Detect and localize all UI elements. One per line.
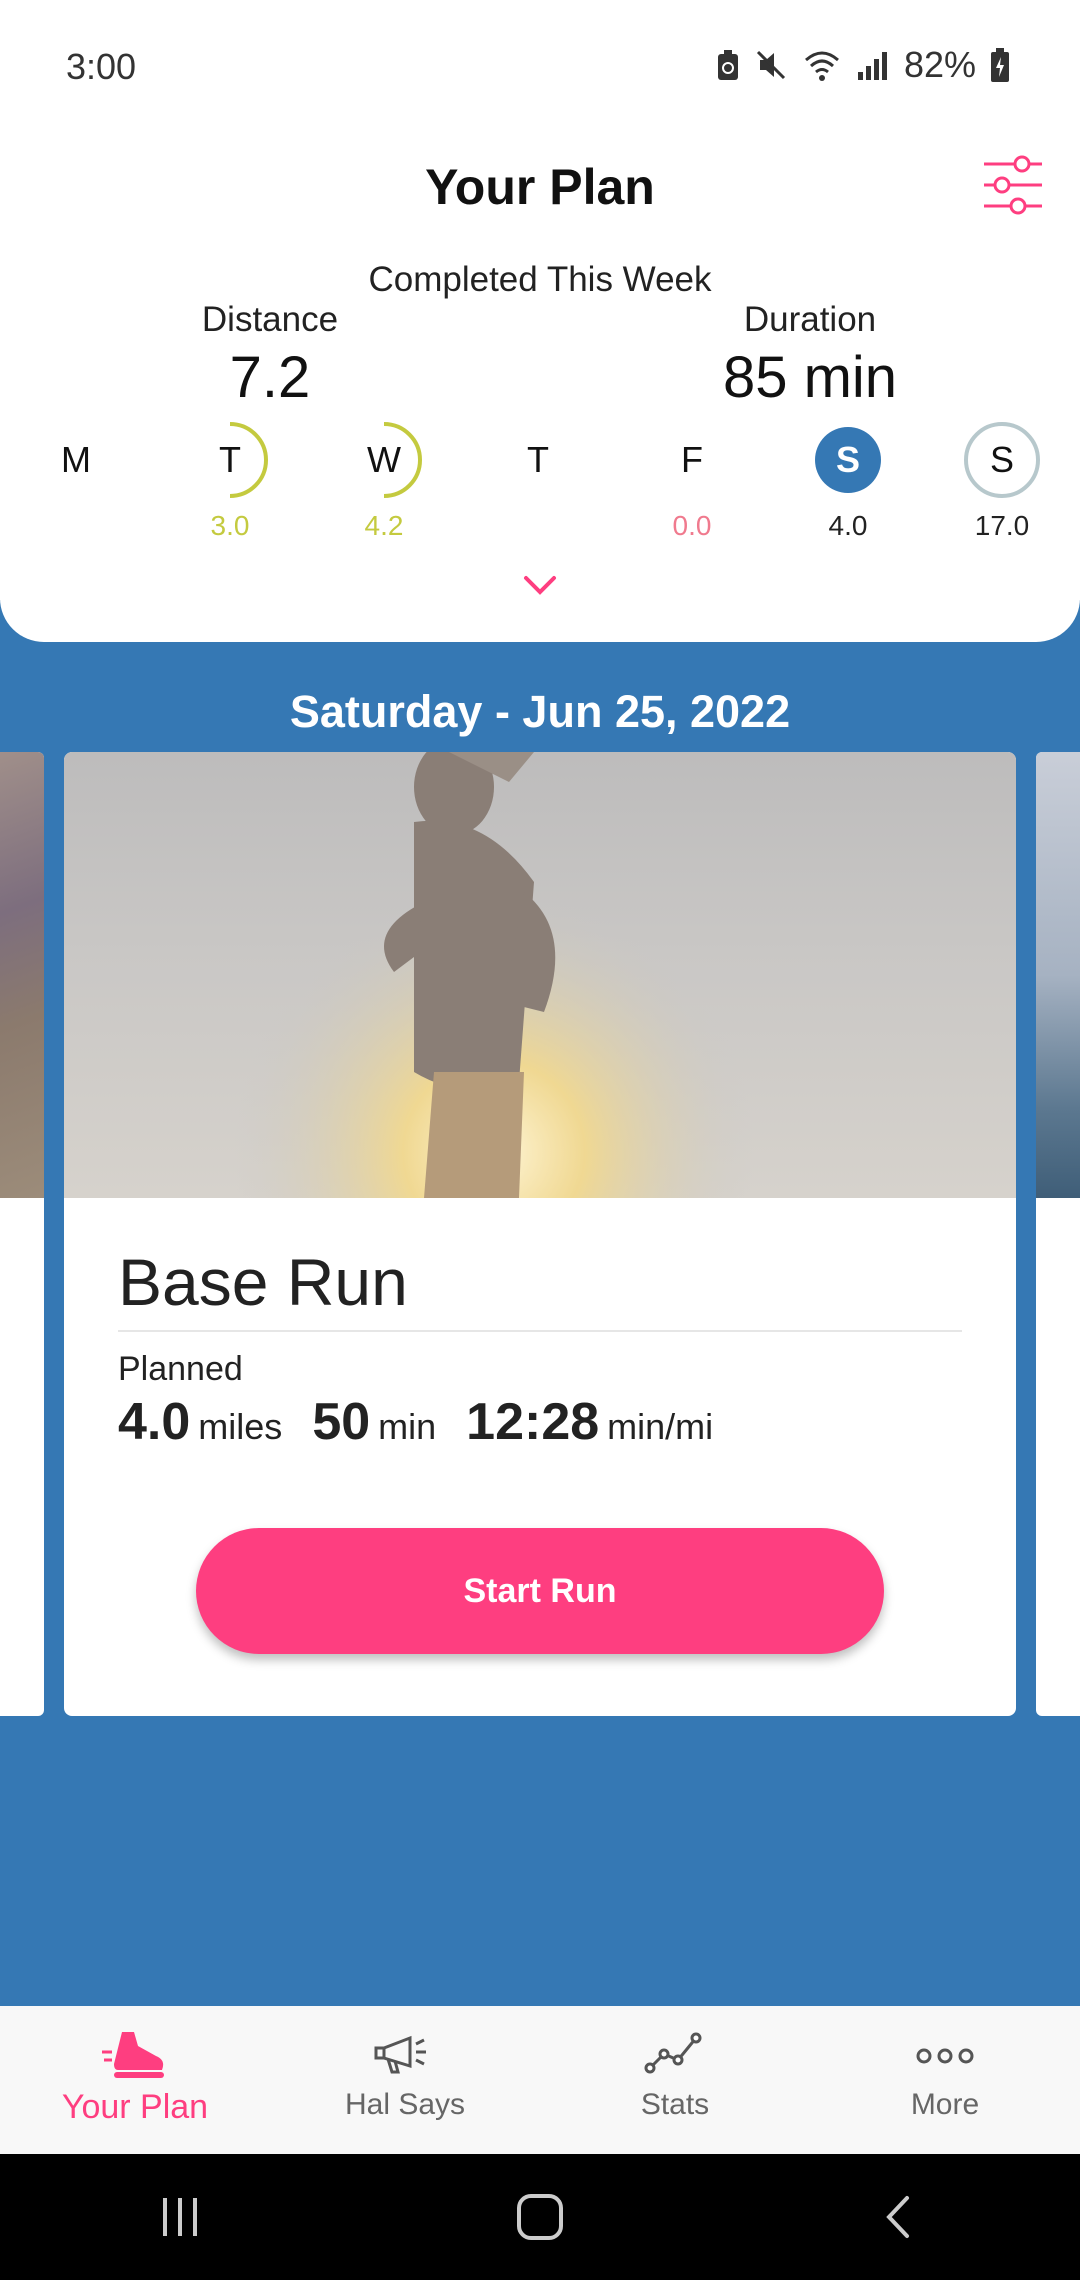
day-value	[483, 510, 593, 544]
line-chart-icon	[644, 2032, 702, 2074]
next-workout-card[interactable]	[1036, 752, 1080, 1716]
runner-photo	[64, 752, 1016, 1198]
day-letter: M	[61, 439, 91, 480]
day-circle: F	[652, 420, 732, 500]
battery-percent: 82%	[903, 44, 976, 85]
week-label: Completed This Week	[368, 260, 712, 299]
nav-hal-says[interactable]: Hal Says	[270, 2006, 540, 2154]
nav-label: Hal Says	[344, 2088, 466, 2121]
duration-value: 85 min	[722, 345, 898, 410]
home-icon	[517, 2194, 563, 2240]
planned-label: Planned	[118, 1350, 243, 1388]
bottom-nav: Your Plan Hal Says Stats More	[0, 2006, 1080, 2154]
signal-icon	[857, 52, 887, 80]
day-wednesday[interactable]: W 4.2	[329, 420, 439, 544]
distance-unit: miles	[198, 1406, 283, 1447]
duration-stat: Duration 85 min	[690, 300, 930, 411]
system-navigation-bar	[0, 2154, 1080, 2280]
status-bar: 3:00 82%	[0, 0, 1080, 130]
day-value	[21, 510, 131, 544]
recent-apps-icon	[163, 2198, 197, 2236]
planned-pace: 12:28	[466, 1393, 600, 1451]
day-monday[interactable]: M	[21, 420, 131, 544]
duration-label: Duration	[743, 300, 877, 339]
status-icons: 82%	[716, 44, 1010, 86]
start-run-button[interactable]: Start Run	[196, 1528, 884, 1654]
nav-more[interactable]: More	[810, 2006, 1080, 2154]
page-title: Your Plan	[425, 159, 655, 215]
status-time: 3:00	[66, 46, 137, 87]
day-saturday[interactable]: S 4.0	[793, 420, 903, 544]
nav-stats[interactable]: Stats	[540, 2006, 810, 2154]
chevron-down-icon[interactable]	[520, 570, 560, 600]
workout-image	[0, 752, 44, 1198]
day-circle: T	[498, 420, 578, 500]
day-friday[interactable]: F 0.0	[637, 420, 747, 544]
day-value: 0.0	[672, 510, 712, 541]
day-letter: T	[219, 439, 241, 480]
nav-label: Stats	[640, 2088, 710, 2121]
day-value: 3.0	[210, 510, 250, 541]
workout-image	[1036, 752, 1080, 1198]
divider	[118, 1330, 962, 1332]
day-sunday[interactable]: S 17.0	[947, 420, 1057, 544]
workout-hero-image	[64, 752, 1016, 1198]
battery-icon	[991, 48, 1009, 82]
day-circle: T	[190, 420, 270, 500]
recycle-icon	[717, 50, 738, 80]
planned-duration: 50	[312, 1393, 371, 1451]
wifi-icon	[804, 51, 839, 81]
home-button[interactable]	[500, 2177, 580, 2257]
planned-distance: 4.0	[118, 1393, 191, 1451]
back-button[interactable]	[860, 2177, 940, 2257]
nav-label: Your Plan	[61, 2088, 209, 2126]
recent-apps-button[interactable]	[140, 2177, 220, 2257]
day-circle: W	[344, 420, 424, 500]
day-letter: F	[681, 439, 703, 480]
day-thursday[interactable]: T	[483, 420, 593, 544]
mute-icon	[756, 50, 785, 80]
day-letter: T	[527, 439, 549, 480]
nav-label: More	[910, 2088, 980, 2121]
sliders-icon[interactable]	[978, 150, 1048, 220]
selected-date-title: Saturday - Jun 25, 2022	[289, 686, 791, 737]
planned-metrics: 4.0 miles 50 min 12:28 min/mi	[118, 1392, 743, 1452]
day-value: 17.0	[974, 510, 1030, 541]
running-shoe-icon	[102, 2032, 164, 2078]
previous-workout-card[interactable]	[0, 752, 44, 1716]
nav-your-plan[interactable]: Your Plan	[0, 2006, 270, 2154]
distance-label: Distance	[201, 300, 339, 339]
day-value: 4.0	[828, 510, 868, 541]
back-icon	[886, 2196, 909, 2238]
megaphone-icon	[374, 2035, 426, 2074]
day-value: 4.2	[364, 510, 404, 541]
day-circle: M	[36, 420, 116, 500]
duration-unit: min	[378, 1406, 437, 1447]
weekly-summary-card: Your Plan Completed This Week Distance 7…	[0, 130, 1080, 642]
day-letter: S	[835, 439, 860, 480]
day-circle: S	[962, 420, 1042, 500]
day-circle: S	[808, 420, 888, 500]
day-letter: W	[367, 439, 401, 480]
day-tuesday[interactable]: T 3.0	[175, 420, 285, 544]
workout-name: Base Run	[118, 1245, 408, 1319]
week-days: M T 3.0 W 4.2 T F 0.0 S 4.0 S 17.0	[0, 420, 1080, 541]
distance-value: 7.2	[229, 345, 311, 410]
pace-unit: min/mi	[607, 1406, 714, 1447]
distance-stat: Distance 7.2	[170, 300, 370, 411]
more-dots-icon	[916, 2048, 974, 2064]
day-letter: S	[989, 439, 1014, 480]
workout-card[interactable]: Base Run Planned 4.0 miles 50 min 12:28 …	[64, 752, 1016, 1716]
